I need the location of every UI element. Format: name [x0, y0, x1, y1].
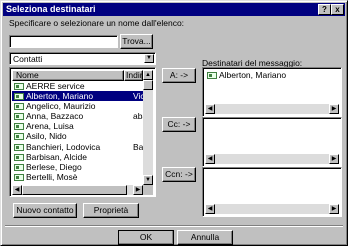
table-row[interactable]: Anna, Bazzacoabaz	[12, 111, 151, 121]
contact-card-icon	[14, 103, 24, 111]
scroll-down-icon[interactable]: ▼	[143, 175, 153, 185]
bcc-recipients-list[interactable]: ◀ ▶	[202, 167, 342, 217]
address-book-select[interactable]: Contatti ▼	[9, 52, 156, 65]
contact-rows: AERRE service Alberton, MarianoVicar Ang…	[12, 81, 152, 182]
dropdown-arrow-icon[interactable]: ▼	[144, 54, 154, 63]
contact-card-icon	[14, 113, 24, 121]
scroll-up-icon[interactable]: ▲	[143, 70, 153, 80]
contact-card-icon	[14, 163, 24, 171]
contact-card-icon	[207, 72, 217, 79]
contact-list-vscrollbar[interactable]: ▲ ▼	[143, 70, 153, 185]
new-contact-button[interactable]: Nuovo contatto	[13, 203, 77, 218]
scroll-left-icon[interactable]: ◀	[205, 154, 215, 164]
properties-button[interactable]: Proprietà	[83, 203, 139, 218]
search-prompt: Specificare o selezionare un nome dall'e…	[9, 18, 185, 28]
find-button[interactable]: Trova...	[120, 34, 153, 49]
close-button[interactable]: x	[331, 4, 344, 15]
contact-card-icon	[14, 93, 24, 101]
contact-card-icon	[14, 133, 24, 141]
contact-card-icon	[14, 173, 24, 181]
table-row[interactable]: AERRE service	[12, 81, 143, 91]
column-header-address[interactable]: Indiri	[124, 70, 143, 81]
cc-recipients-list[interactable]: ◀ ▶	[202, 117, 342, 167]
search-input[interactable]	[9, 35, 118, 48]
contact-card-icon	[14, 143, 24, 151]
scroll-right-icon[interactable]: ▶	[329, 204, 339, 214]
table-row[interactable]: Asilo, Nido	[12, 131, 143, 141]
ok-button[interactable]: OK	[118, 230, 174, 245]
cancel-button[interactable]: Annulla	[177, 230, 233, 245]
contact-card-icon	[14, 123, 24, 131]
help-button[interactable]: ?	[318, 4, 331, 15]
select-recipients-dialog: Seleziona destinatari ? x Specificare o …	[0, 0, 348, 246]
table-row[interactable]: Banchieri, LodovicaBass	[12, 142, 152, 152]
find-button-text: Trova...	[122, 36, 151, 46]
contact-card-icon	[14, 153, 24, 161]
scroll-thumb[interactable]	[143, 80, 153, 90]
table-row-selected[interactable]: Alberton, MarianoVicar	[12, 91, 152, 102]
scroll-right-icon[interactable]: ▶	[329, 154, 339, 164]
table-row[interactable]: Arena, Luisa	[12, 121, 143, 131]
list-header: Nome Indiri	[12, 70, 143, 81]
address-book-selected: Contatti	[13, 54, 43, 64]
title-bar[interactable]: Seleziona destinatari ? x	[3, 3, 345, 16]
scroll-right-icon[interactable]: ▶	[133, 185, 143, 195]
table-row[interactable]: Bertelli, Mosè	[12, 172, 143, 182]
close-icon: x	[335, 5, 340, 14]
to-button[interactable]: A: ->	[162, 68, 196, 83]
scroll-thumb[interactable]	[22, 185, 127, 195]
to-list-hscrollbar[interactable]: ◀ ▶	[205, 104, 339, 114]
scroll-right-icon[interactable]: ▶	[329, 104, 339, 114]
bcc-button[interactable]: Ccn: ->	[162, 167, 196, 182]
window-title: Seleziona destinatari	[6, 4, 96, 14]
table-row[interactable]: Barbisan, Alcide	[12, 152, 143, 162]
bcc-list-hscrollbar[interactable]: ◀ ▶	[205, 204, 339, 214]
column-header-name[interactable]: Nome	[12, 70, 124, 81]
scroll-left-icon[interactable]: ◀	[12, 185, 22, 195]
table-row[interactable]: Berlese, Diego	[12, 162, 143, 172]
to-recipients-list[interactable]: Alberton, Mariano ◀ ▶	[202, 67, 342, 117]
contact-card-icon	[14, 83, 24, 90]
scroll-left-icon[interactable]: ◀	[205, 204, 215, 214]
contact-list[interactable]: Nome Indiri AERRE service Alberton, Mari…	[9, 67, 156, 197]
cc-list-hscrollbar[interactable]: ◀ ▶	[205, 154, 339, 164]
cc-button[interactable]: Cc: ->	[162, 117, 196, 132]
contact-list-hscrollbar[interactable]: ◀ ▶	[12, 185, 143, 195]
table-row[interactable]: Angelico, Maurizio	[12, 101, 143, 111]
scroll-corner	[143, 185, 153, 195]
divider	[5, 225, 343, 227]
scroll-left-icon[interactable]: ◀	[205, 104, 215, 114]
